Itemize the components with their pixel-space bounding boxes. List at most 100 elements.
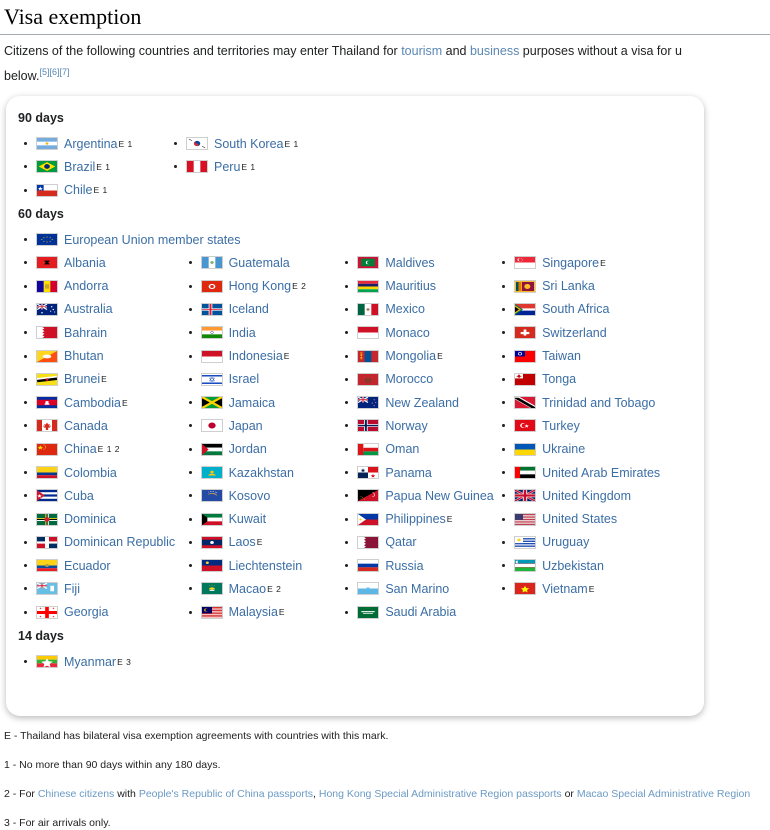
country-name[interactable]: United States [542,512,617,526]
list-item[interactable]: CambodiaE [18,391,183,414]
list-item[interactable]: Ukraine [496,438,692,461]
list-item[interactable]: United States [496,507,692,530]
list-item[interactable]: Taiwan [496,344,692,367]
country-name[interactable]: Trinidad and Tobago [542,396,655,410]
list-item[interactable]: Cuba [18,484,183,507]
list-item[interactable]: ChileE 1 [18,179,168,202]
list-item[interactable]: Uruguay [496,531,692,554]
macao-passports-link[interactable]: Macao Special Administrative Region [577,788,750,800]
list-item[interactable]: Kazakhstan [183,461,340,484]
list-item[interactable]: Ecuador [18,554,183,577]
country-name[interactable]: Myanmar [64,655,116,669]
list-item[interactable]: Dominican Republic [18,531,183,554]
list-item[interactable]: Jamaica [183,391,340,414]
list-item[interactable]: Fiji [18,577,183,600]
list-item[interactable]: Japan [183,414,340,437]
list-item[interactable]: European Union member states [18,228,692,251]
list-item[interactable]: United Arab Emirates [496,461,692,484]
country-name[interactable]: Qatar [385,535,416,549]
country-name[interactable]: Uruguay [542,535,589,549]
country-name[interactable]: Cambodia [64,396,121,410]
country-name[interactable]: Turkey [542,419,580,433]
list-item[interactable]: IndonesiaE [183,344,340,367]
country-name[interactable]: Malaysia [229,605,278,619]
country-name[interactable]: Japan [229,419,263,433]
country-name[interactable]: New Zealand [385,396,459,410]
country-name[interactable]: Switzerland [542,326,607,340]
country-name[interactable]: Kazakhstan [229,466,294,480]
country-name[interactable]: Indonesia [229,349,283,363]
list-item[interactable]: San Marino [339,577,496,600]
reference-links[interactable]: [5][6][7] [39,67,69,77]
list-item[interactable]: Hong KongE 2 [183,274,340,297]
list-item[interactable]: Monaco [339,321,496,344]
country-name[interactable]: United Arab Emirates [542,466,660,480]
tourism-link[interactable]: tourism [401,44,442,58]
list-item[interactable]: New Zealand [339,391,496,414]
list-item[interactable]: SingaporeE [496,251,692,274]
country-name[interactable]: Cuba [64,489,94,503]
country-name[interactable]: Papua New Guinea [385,489,493,503]
country-name[interactable]: Brazil [64,160,95,174]
list-item[interactable]: Turkey [496,414,692,437]
list-item[interactable]: Kosovo [183,484,340,507]
list-item[interactable]: Maldives [339,251,496,274]
country-name[interactable]: Jordan [229,442,267,456]
country-name[interactable]: Albania [64,256,106,270]
hk-passports-link[interactable]: Hong Kong Special Administrative Region … [319,788,562,800]
country-name[interactable]: Fiji [64,582,80,596]
list-item[interactable]: MongoliaE [339,344,496,367]
country-name[interactable]: Israel [229,372,260,386]
country-name[interactable]: Ukraine [542,442,585,456]
list-item[interactable]: PeruE 1 [168,155,368,178]
list-item[interactable]: LaosE [183,531,340,554]
list-item[interactable]: ArgentinaE 1 [18,132,168,155]
country-name[interactable]: Monaco [385,326,429,340]
list-item[interactable]: Mauritius [339,274,496,297]
list-item[interactable]: BrazilE 1 [18,155,168,178]
list-item[interactable]: MyanmarE 3 [18,650,186,673]
country-name[interactable]: South Africa [542,302,609,316]
list-item[interactable]: Dominica [18,507,183,530]
country-name[interactable]: Philippines [385,512,445,526]
list-item[interactable]: PhilippinesE [339,507,496,530]
country-name[interactable]: Norway [385,419,427,433]
chinese-citizens-link[interactable]: Chinese citizens [38,788,114,800]
list-item[interactable]: Switzerland [496,321,692,344]
country-name[interactable]: Bahrain [64,326,107,340]
list-item[interactable]: Guatemala [183,251,340,274]
list-item[interactable]: Bahrain [18,321,183,344]
country-name[interactable]: Tonga [542,372,576,386]
country-name[interactable]: Sri Lanka [542,279,595,293]
country-name[interactable]: Liechtenstein [229,559,303,573]
business-link[interactable]: business [470,44,519,58]
list-item[interactable]: MacaoE 2 [183,577,340,600]
list-item[interactable]: VietnamE [496,577,692,600]
country-name[interactable]: Brunei [64,372,100,386]
country-name[interactable]: Dominica [64,512,116,526]
country-name[interactable]: Georgia [64,605,108,619]
list-item[interactable]: Jordan [183,438,340,461]
country-name[interactable]: Iceland [229,302,269,316]
list-item[interactable]: United Kingdom [496,484,692,507]
list-item[interactable]: Albania [18,251,183,274]
list-item[interactable]: Oman [339,438,496,461]
list-item[interactable]: Norway [339,414,496,437]
list-item[interactable]: India [183,321,340,344]
list-item[interactable]: Qatar [339,531,496,554]
country-name[interactable]: South Korea [214,137,284,151]
country-name[interactable]: Colombia [64,466,117,480]
list-item[interactable]: Trinidad and Tobago [496,391,692,414]
country-name[interactable]: Panama [385,466,432,480]
country-name[interactable]: Australia [64,302,113,316]
country-name[interactable]: Chile [64,183,93,197]
list-item[interactable]: Georgia [18,601,183,624]
country-name[interactable]: Jamaica [229,396,276,410]
country-name[interactable]: Taiwan [542,349,581,363]
list-item[interactable]: Bhutan [18,344,183,367]
country-name[interactable]: Peru [214,160,240,174]
country-name[interactable]: China [64,442,97,456]
list-item[interactable]: Liechtenstein [183,554,340,577]
list-item[interactable]: Iceland [183,298,340,321]
list-item[interactable]: Uzbekistan [496,554,692,577]
